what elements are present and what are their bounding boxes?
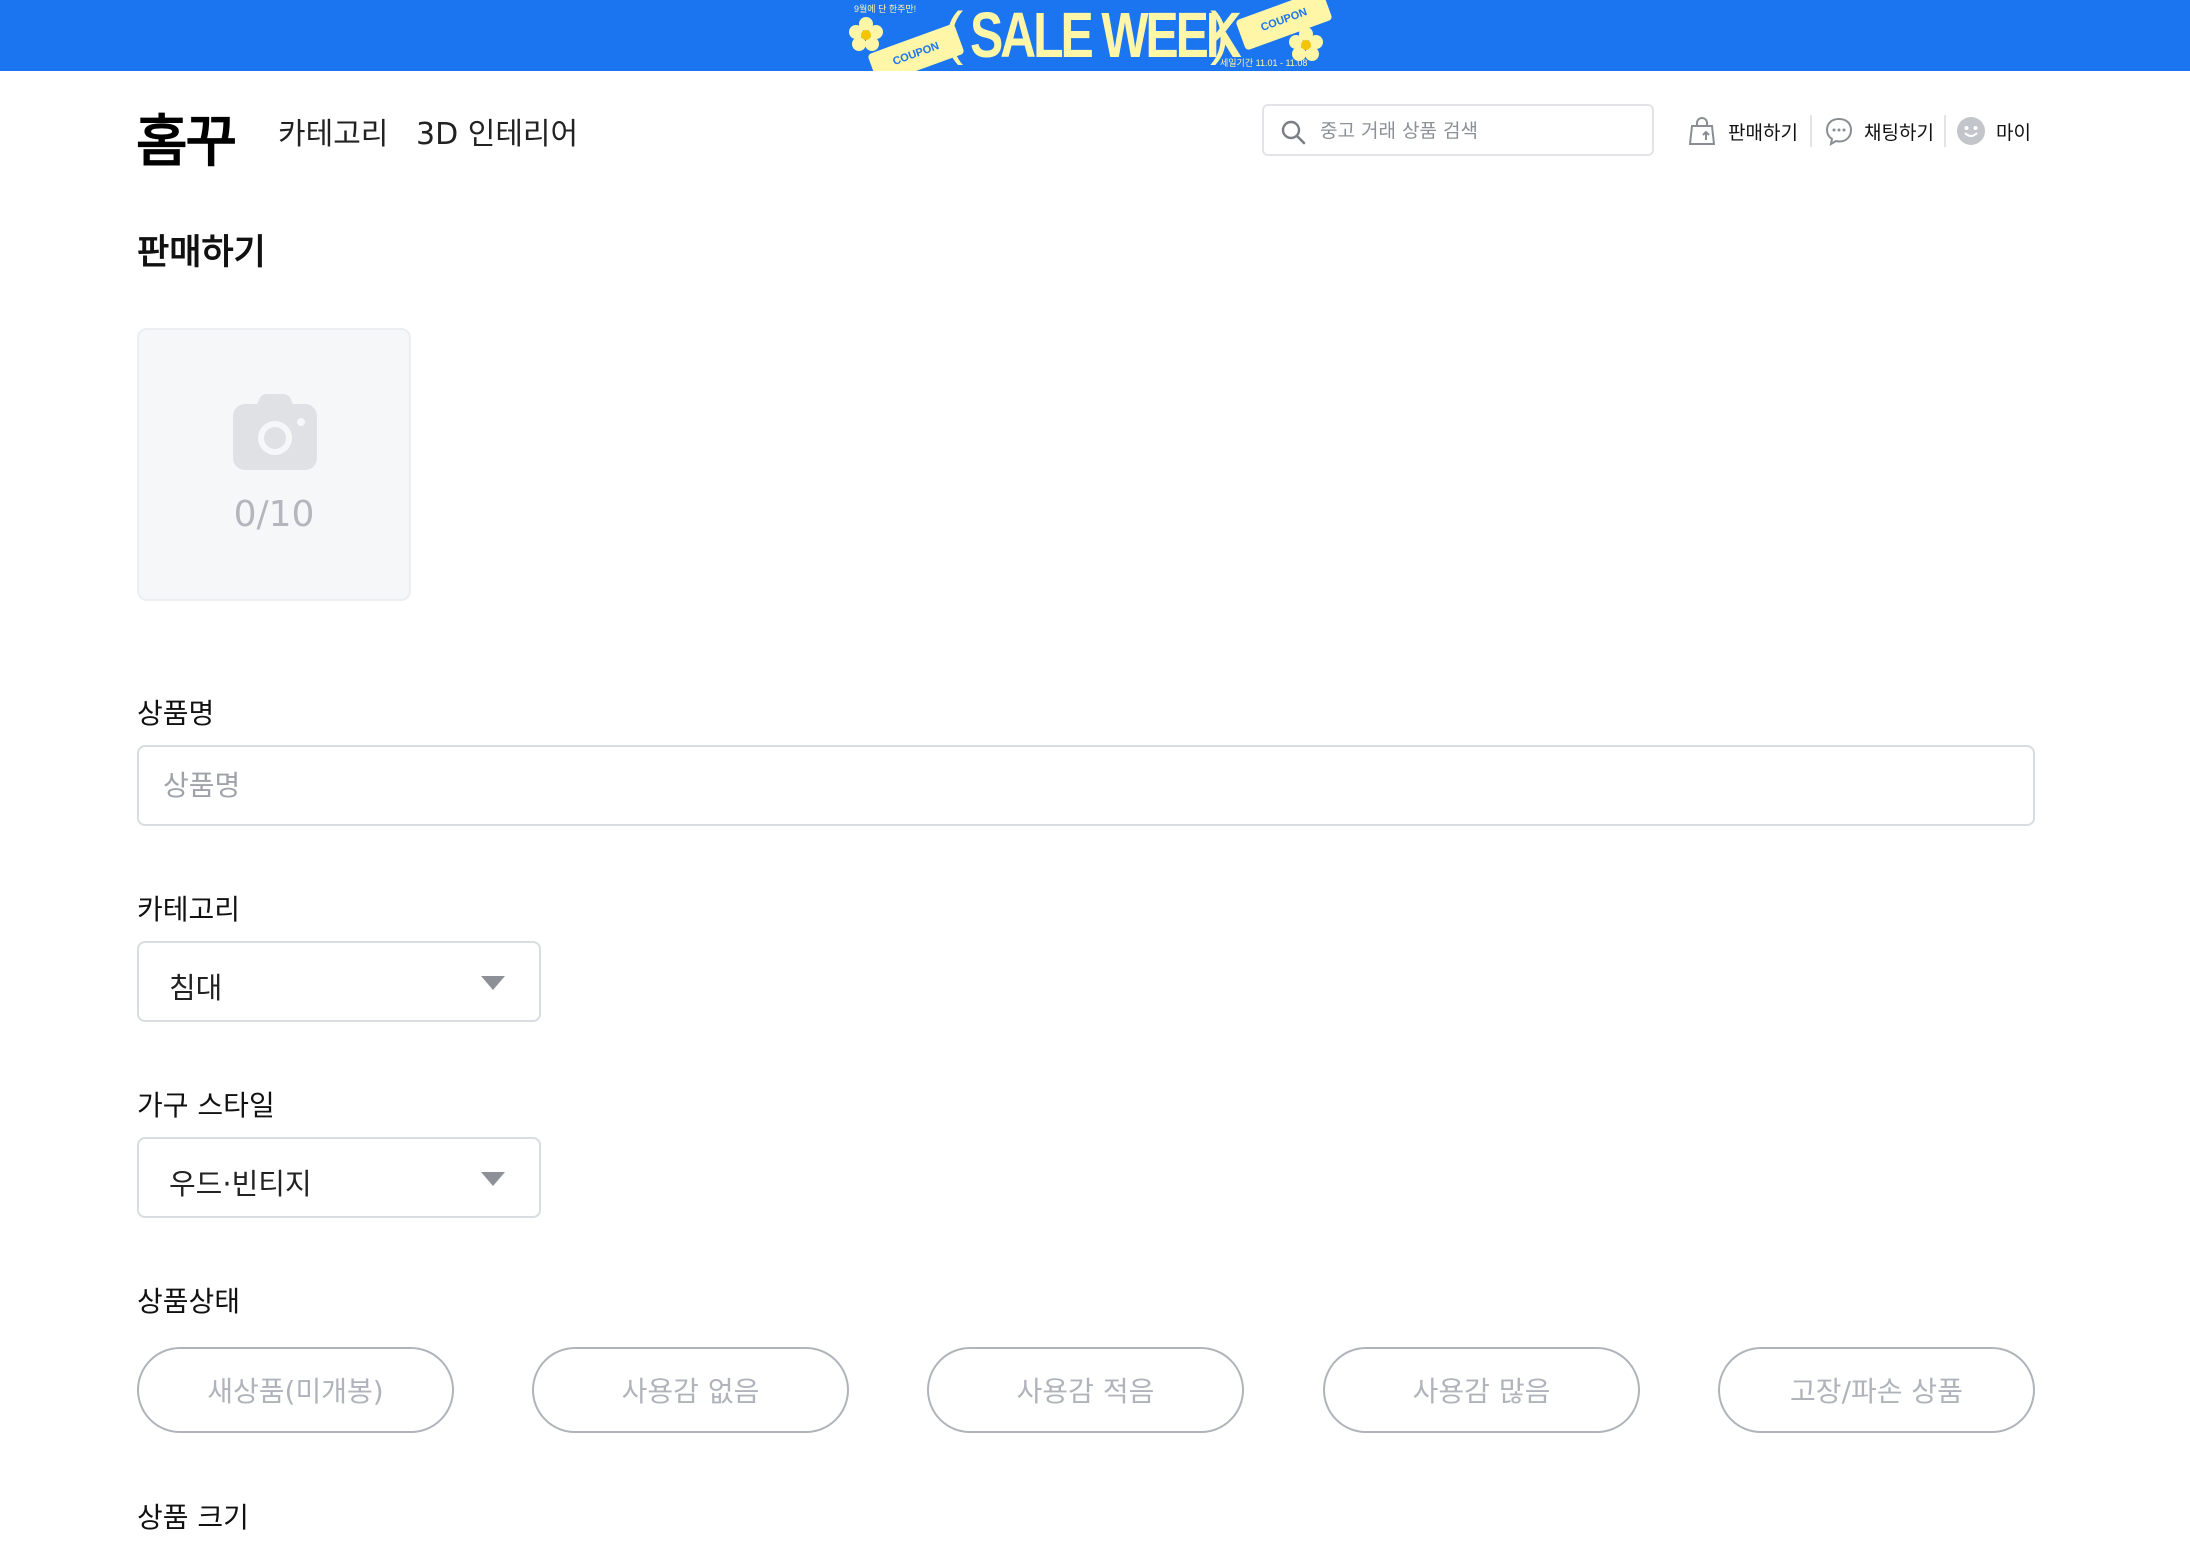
header-divider: [1810, 115, 1812, 147]
nav-3d-interior-link[interactable]: 3D 인테리어: [416, 109, 578, 153]
search-box[interactable]: [1262, 104, 1654, 156]
header-sell-label: 판매하기: [1728, 121, 1798, 144]
header-my-button[interactable]: 마이: [1956, 111, 2031, 151]
site-logo[interactable]: 홈꾸: [136, 97, 237, 178]
header-my-label: 마이: [1996, 121, 2031, 144]
condition-chip-damaged[interactable]: 고장/파손 상품: [1718, 1347, 2035, 1433]
condition-options: 새상품(미개봉) 사용감 없음 사용감 적음 사용감 많음 고장/파손 상품: [137, 1347, 2035, 1433]
condition-label: 상품상태: [137, 1285, 241, 1318]
chevron-down-icon: [481, 976, 505, 990]
condition-chip-light-use[interactable]: 사용감 적음: [927, 1347, 1244, 1433]
banner-paren-left: (: [944, 1, 964, 66]
search-icon[interactable]: [1280, 119, 1306, 145]
chevron-down-icon: [481, 1172, 505, 1186]
category-label: 카테고리: [137, 893, 241, 926]
banner-headline: SALE WEEK: [970, 0, 1242, 71]
chat-bubble-icon: [1825, 117, 1853, 146]
banner-small-bottom: 세일기간 11.01 - 11.08: [1220, 58, 1308, 68]
product-name-field[interactable]: [137, 745, 2035, 826]
furniture-style-select[interactable]: 우드·빈티지: [137, 1137, 541, 1218]
product-name-label: 상품명: [137, 697, 215, 730]
style-selected-value: 우드·빈티지: [169, 1167, 312, 1201]
promo-banner[interactable]: 9월에 단 한주만! COUPON ( SALE WEEK ) COUPON 세…: [0, 0, 2190, 71]
flower-icon: [849, 17, 883, 51]
camera-icon: [233, 393, 317, 470]
header-chat-label: 채팅하기: [1864, 121, 1934, 144]
product-size-label: 상품 크기: [137, 1501, 249, 1534]
banner-paren-right: ): [1210, 1, 1230, 66]
product-name-input[interactable]: [139, 747, 2033, 824]
condition-chip-like-new[interactable]: 사용감 없음: [532, 1347, 849, 1433]
condition-chip-new[interactable]: 새상품(미개봉): [137, 1347, 454, 1433]
image-upload-button[interactable]: 0/10: [137, 328, 411, 601]
promo-banner-art: 9월에 단 한주만! COUPON ( SALE WEEK ) COUPON 세…: [846, 0, 1333, 71]
category-selected-value: 침대: [169, 971, 223, 1005]
shopping-bag-icon: [1688, 117, 1716, 145]
category-select[interactable]: 침대: [137, 941, 541, 1022]
condition-chip-heavy-use[interactable]: 사용감 많음: [1323, 1347, 1640, 1433]
header-divider: [1944, 115, 1946, 147]
upload-count: 0/10: [233, 494, 315, 535]
search-input[interactable]: [1320, 114, 1640, 148]
site-header: 홈꾸 카테고리 3D 인테리어 판매하기 채팅하기 마이: [0, 71, 2190, 191]
page-title: 판매하기: [137, 233, 266, 273]
furniture-style-label: 가구 스타일: [137, 1089, 275, 1122]
header-sell-button[interactable]: 판매하기: [1686, 111, 1798, 151]
smiley-avatar-icon: [1957, 117, 1985, 145]
header-chat-button[interactable]: 채팅하기: [1824, 111, 1934, 151]
nav-category-link[interactable]: 카테고리: [278, 109, 388, 153]
